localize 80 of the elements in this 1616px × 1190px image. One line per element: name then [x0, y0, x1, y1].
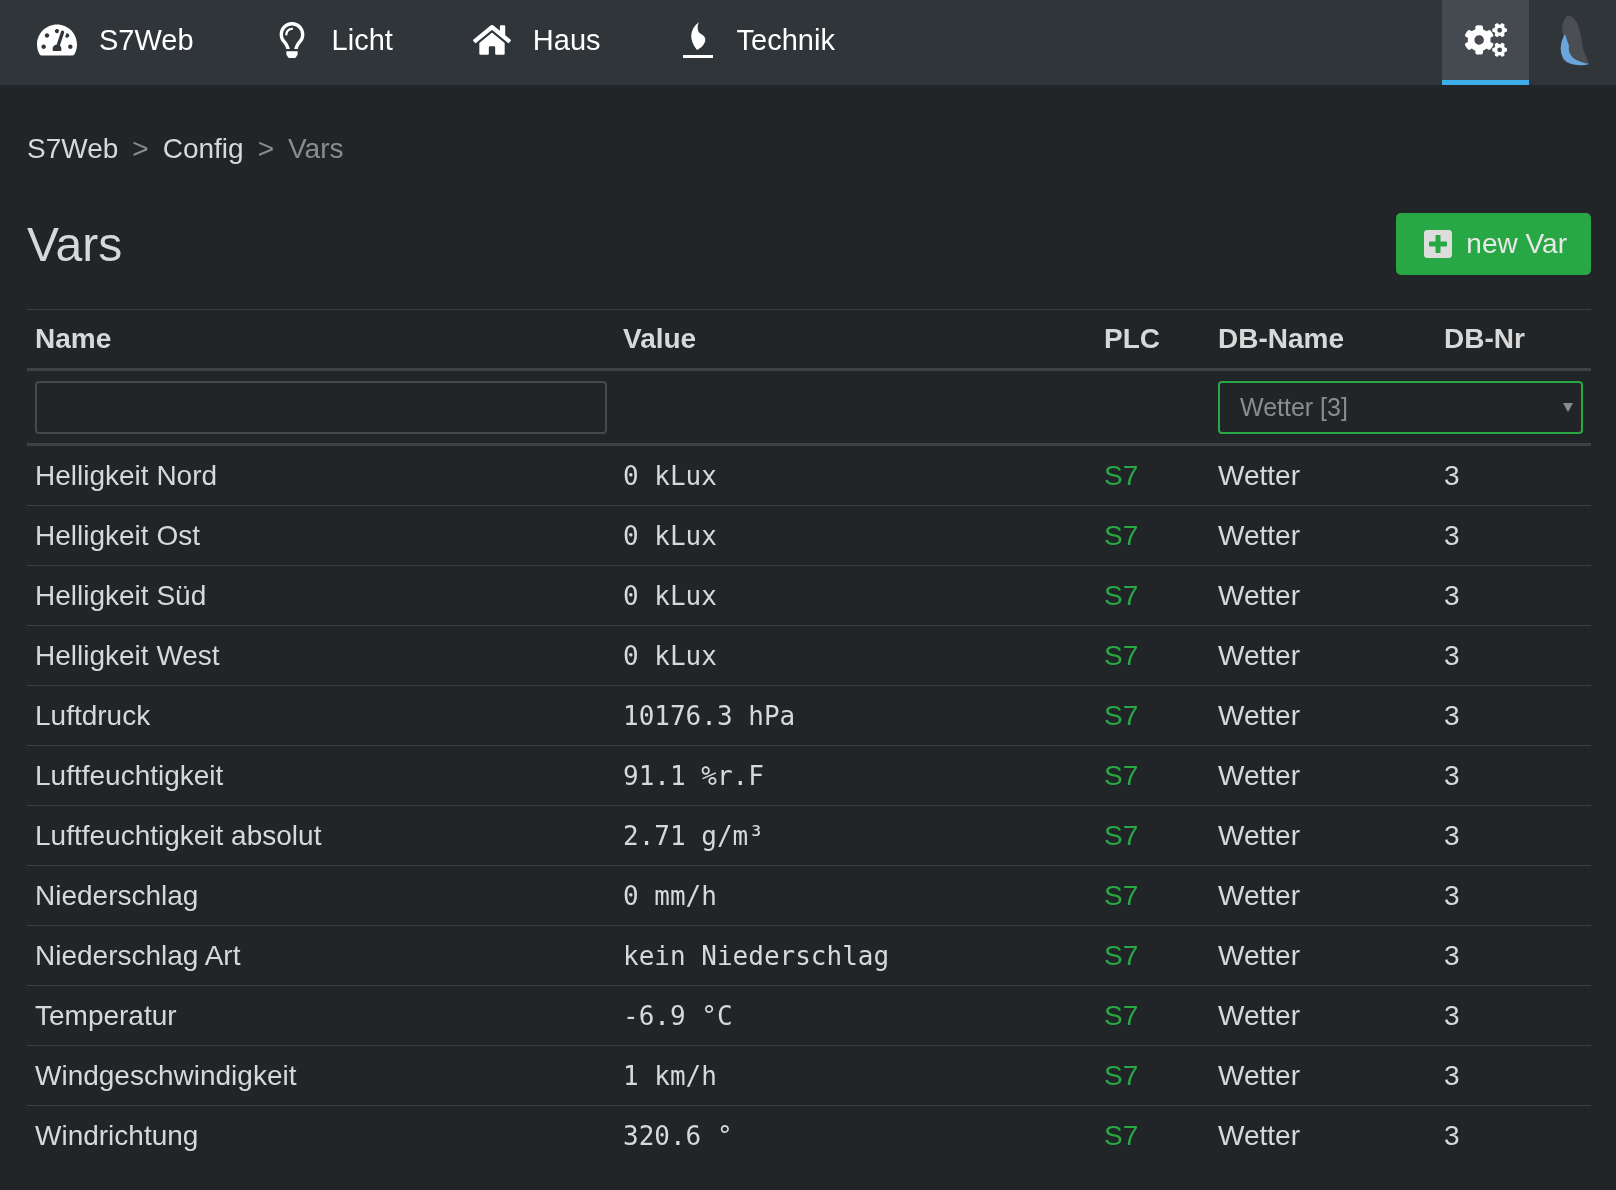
breadcrumb-separator: >	[132, 133, 149, 165]
table-cell: Helligkeit Nord	[27, 444, 615, 506]
table-cell: 0 mm/h	[615, 865, 1096, 926]
table-cell: Wetter	[1210, 925, 1436, 986]
table-cell: Wetter	[1210, 745, 1436, 806]
column-header: DB-Name	[1210, 309, 1436, 370]
table-cell: -6.9 °C	[615, 985, 1096, 1046]
table-cell: S7	[1096, 625, 1210, 686]
table-cell: Wetter	[1210, 625, 1436, 686]
nav-tab[interactable]	[1442, 0, 1529, 85]
table-cell: 3	[1436, 685, 1591, 746]
table-cell: S7	[1096, 925, 1210, 986]
plus-icon	[1422, 228, 1455, 260]
table-cell: 3	[1436, 805, 1591, 866]
table-cell: Temperatur	[27, 985, 615, 1046]
column-header: Value	[615, 309, 1096, 370]
table-cell: S7	[1096, 805, 1210, 866]
table-cell: Wetter	[1210, 1045, 1436, 1106]
table-cell: 1 km/h	[615, 1045, 1096, 1106]
table-cell: Wetter	[1210, 1105, 1436, 1165]
breadcrumb-separator: >	[257, 133, 274, 165]
table-cell: S7	[1096, 505, 1210, 566]
column-header: DB-Nr	[1436, 309, 1591, 370]
table-cell: 3	[1436, 1045, 1591, 1106]
table-cell: 320.6 °	[615, 1105, 1096, 1165]
table-cell: Wetter	[1210, 505, 1436, 566]
table-cell: Luftfeuchtigkeit absolut	[27, 805, 615, 866]
table-cell: 2.71 g/m³	[615, 805, 1096, 866]
breadcrumb-link[interactable]: S7Web	[27, 133, 119, 165]
table-cell: Wetter	[1210, 985, 1436, 1046]
table-cell: Wetter	[1210, 805, 1436, 866]
table-cell: S7	[1096, 985, 1210, 1046]
table-cell: S7	[1096, 1045, 1210, 1106]
table-cell: 3	[1436, 565, 1591, 626]
nav-link[interactable]: Licht	[273, 0, 393, 85]
table-cell: Niederschlag	[27, 865, 615, 926]
table-cell: Niederschlag Art	[27, 925, 615, 986]
table-cell: 0 kLux	[615, 565, 1096, 626]
table-cell: Windrichtung	[27, 1105, 615, 1165]
table-cell: 3	[1436, 985, 1591, 1046]
table-cell: 0 kLux	[615, 444, 1096, 506]
table-cell: S7	[1096, 1105, 1210, 1165]
db-filter-select[interactable]: Wetter [3]	[1218, 380, 1583, 434]
table-cell: 3	[1436, 1105, 1591, 1165]
table-cell: kein Niederschlag	[615, 925, 1096, 986]
nav-link[interactable]: Technik	[680, 0, 835, 85]
breadcrumb-text: Vars	[288, 133, 344, 165]
table-cell: S7	[1096, 685, 1210, 746]
table-cell: 91.1 %r.F	[615, 745, 1096, 806]
table-cell: Wetter	[1210, 685, 1436, 746]
table-cell: 3	[1436, 925, 1591, 986]
table-cell: S7	[1096, 565, 1210, 626]
breadcrumb-link[interactable]: Config	[162, 133, 244, 165]
table-cell: Wetter	[1210, 565, 1436, 626]
table-cell: Wetter	[1210, 865, 1436, 926]
table-cell: 10176.3 hPa	[615, 685, 1096, 746]
table-cell: 3	[1436, 745, 1591, 806]
table-cell: 0 kLux	[615, 625, 1096, 686]
column-header: Name	[27, 309, 615, 370]
table-cell: 3	[1436, 625, 1591, 686]
table-cell: Windgeschwindigkeit	[27, 1045, 615, 1106]
nav-link[interactable]: Haus	[472, 0, 601, 85]
table-cell: 3	[1436, 444, 1591, 506]
table-cell: Wetter	[1210, 444, 1436, 506]
column-header: PLC	[1096, 309, 1210, 370]
table-cell: S7	[1096, 865, 1210, 926]
table-cell: Helligkeit West	[27, 625, 615, 686]
caret-icon	[1563, 402, 1573, 412]
table-cell: Helligkeit Süd	[27, 565, 615, 626]
table-cell: Luftdruck	[27, 685, 615, 746]
table-cell: Helligkeit Ost	[27, 505, 615, 566]
table-cell: 0 kLux	[615, 505, 1096, 566]
table-cell: Luftfeuchtigkeit	[27, 745, 615, 806]
name-filter-field[interactable]	[35, 380, 607, 434]
table-cell: S7	[1096, 745, 1210, 806]
table-cell: S7	[1096, 444, 1210, 506]
nav-link[interactable]: S7Web	[37, 0, 194, 85]
table-cell: 3	[1436, 505, 1591, 566]
page-title: Vars	[27, 216, 123, 272]
table-cell: 3	[1436, 865, 1591, 926]
